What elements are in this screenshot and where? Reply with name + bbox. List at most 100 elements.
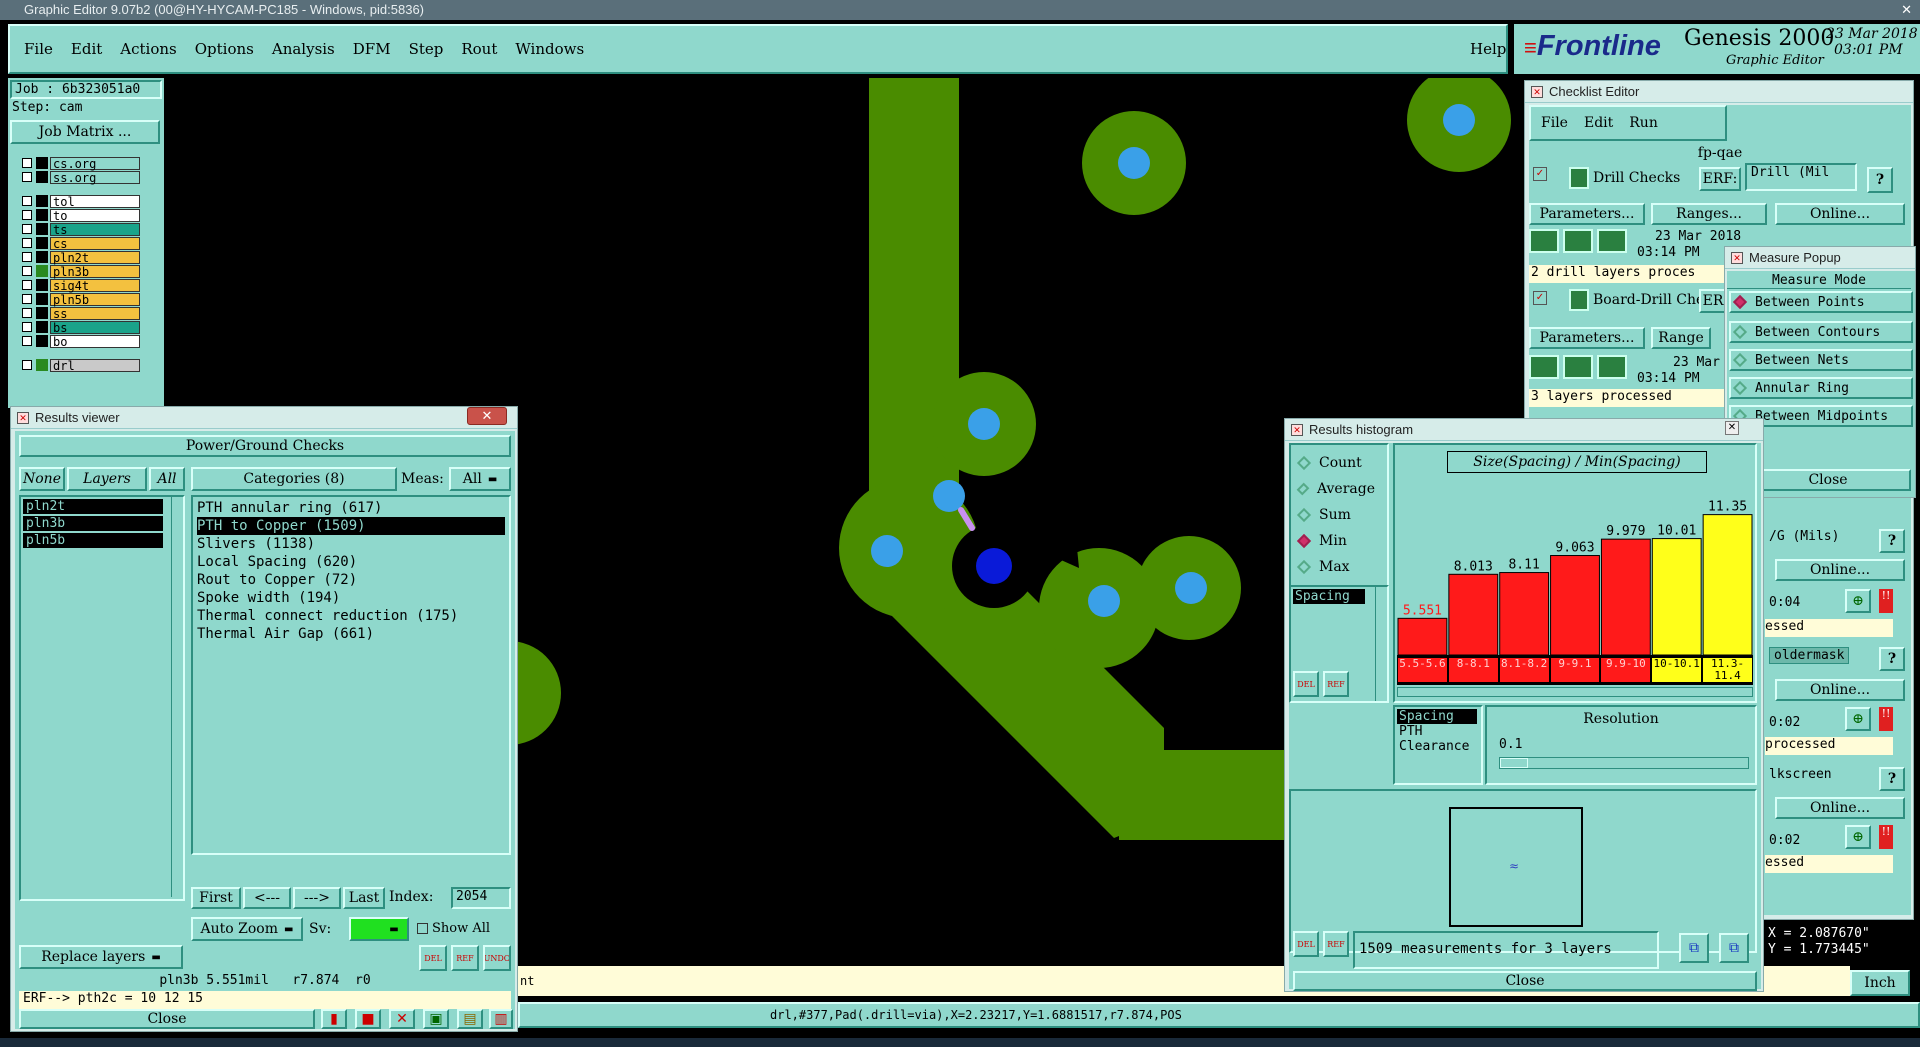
layer-checkbox[interactable] xyxy=(22,336,32,346)
check-item-2-toggle[interactable]: ✓ xyxy=(1533,291,1547,305)
layer-results-list[interactable]: pln2t pln3b pln5b xyxy=(19,495,185,901)
menu-help[interactable]: Help xyxy=(1470,40,1506,58)
run-icon[interactable] xyxy=(1597,229,1627,253)
mode-between-contours[interactable]: Between Contours xyxy=(1729,321,1913,343)
check-item-1-toggle[interactable]: ✓ xyxy=(1533,167,1547,181)
histogram-close-icon[interactable]: ✕ xyxy=(1725,421,1739,435)
list-item[interactable]: PTH annular ring (617) xyxy=(197,499,505,517)
tab-layers[interactable]: Layers xyxy=(67,467,147,491)
zoom-icon[interactable]: ⊕ xyxy=(1845,589,1871,613)
erf-value-1[interactable]: Drill (Mil xyxy=(1745,163,1857,191)
stat-min[interactable]: Min xyxy=(1295,531,1375,551)
layer-checkbox[interactable] xyxy=(22,266,32,276)
layer-row-pln5b[interactable]: pln5b xyxy=(20,292,140,306)
run-icon[interactable] xyxy=(1529,355,1559,379)
tab-none[interactable]: None xyxy=(19,467,65,491)
erf-button-2[interactable]: ER xyxy=(1699,289,1727,313)
list-item[interactable]: pln5b xyxy=(23,533,163,548)
stat-count[interactable]: Count xyxy=(1295,453,1375,473)
first-button[interactable]: First xyxy=(191,887,241,909)
help-button-5[interactable]: ? xyxy=(1879,767,1905,791)
replace-layers-select[interactable]: Replace layers ▬ xyxy=(19,945,183,969)
mode-between-points[interactable]: Between Points xyxy=(1729,291,1913,313)
list-item[interactable]: Clearance xyxy=(1397,739,1479,754)
histogram-close-button[interactable]: Close xyxy=(1293,971,1757,991)
layer-row-tol[interactable]: tol xyxy=(20,194,140,208)
del-icon[interactable]: DEL xyxy=(1293,931,1319,957)
layer-checkbox[interactable] xyxy=(22,224,32,234)
menu-actions[interactable]: Actions xyxy=(120,40,176,58)
toolbar-icon-2[interactable]: ■ xyxy=(355,1009,381,1029)
list-item[interactable]: Spacing xyxy=(1293,589,1365,604)
list-item[interactable]: Local Spacing (620) xyxy=(197,553,505,571)
ref-icon[interactable]: REF xyxy=(1323,671,1349,697)
layer-checkbox[interactable] xyxy=(22,294,32,304)
help-button-1[interactable]: ? xyxy=(1867,167,1893,193)
histogram-tool-icon-1[interactable]: ⧉ xyxy=(1679,933,1709,963)
undo-icon[interactable]: UNDO xyxy=(483,945,511,971)
layer-checkbox[interactable] xyxy=(22,210,32,220)
results-viewer-close-icon[interactable]: ✕ xyxy=(467,407,507,425)
zoom-select[interactable]: Auto Zoom ▬ xyxy=(191,917,303,941)
categories-list[interactable]: PTH annular ring (617) PTH to Copper (15… xyxy=(191,495,511,855)
layer-checkbox[interactable] xyxy=(22,360,32,370)
toolbar-icon-1[interactable]: ▮ xyxy=(321,1009,347,1029)
index-input[interactable]: 2054 xyxy=(451,887,511,909)
list-item[interactable]: Thermal connect reduction (175) xyxy=(197,607,505,625)
layer-checkbox[interactable] xyxy=(22,322,32,332)
layer-row-cs[interactable]: cs xyxy=(20,236,140,250)
sv-color-select[interactable]: ▬ xyxy=(349,917,409,941)
online-button-5[interactable]: Online... xyxy=(1775,797,1905,819)
layer-row-ss-org[interactable]: ss.org xyxy=(20,170,140,184)
erf-button-1[interactable]: ERF: xyxy=(1699,167,1741,191)
meas-select[interactable]: All ▬ xyxy=(449,467,511,491)
menu-windows[interactable]: Windows xyxy=(515,40,584,58)
toolbar-icon-5[interactable]: ▤ xyxy=(457,1009,483,1029)
tab-all[interactable]: All xyxy=(149,467,185,491)
list-item[interactable]: Spoke width (194) xyxy=(197,589,505,607)
online-button-1[interactable]: Online... xyxy=(1775,203,1905,225)
layer-row-pln3b[interactable]: pln3b xyxy=(20,264,140,278)
params-button-2[interactable]: Parameters... xyxy=(1529,327,1645,349)
layer-row-bs[interactable]: bs xyxy=(20,320,140,334)
menu-step[interactable]: Step xyxy=(409,40,444,58)
sub-list[interactable]: Spacing PTH Clearance xyxy=(1393,705,1483,785)
layer-row-ss[interactable]: ss xyxy=(20,306,140,320)
list-item[interactable]: pln3b xyxy=(23,516,163,531)
layer-row-drl[interactable]: drl xyxy=(20,358,140,372)
check-item-1[interactable]: Drill Checks xyxy=(1569,167,1680,189)
histogram-bar[interactable] xyxy=(1651,538,1702,655)
help-button-4[interactable]: ? xyxy=(1879,647,1905,671)
del-icon[interactable]: DEL xyxy=(419,945,447,971)
list-item[interactable]: Rout to Copper (72) xyxy=(197,571,505,589)
checklist-menu-file[interactable]: File xyxy=(1541,115,1568,131)
del-icon[interactable]: DEL xyxy=(1293,671,1319,697)
checklist-menu-edit[interactable]: Edit xyxy=(1584,115,1613,131)
menu-rout[interactable]: Rout xyxy=(461,40,497,58)
prev-button[interactable]: <--- xyxy=(243,887,291,909)
layer-checkbox[interactable] xyxy=(22,252,32,262)
layer-row-cs-org[interactable]: cs.org xyxy=(20,156,140,170)
resolution-slider[interactable] xyxy=(1499,757,1749,769)
scrollbar[interactable] xyxy=(171,497,183,897)
list-item[interactable]: Spacing xyxy=(1397,709,1477,724)
toolbar-icon-4[interactable]: ▣ xyxy=(423,1009,449,1029)
online-button-3[interactable]: Online... xyxy=(1775,559,1905,581)
checklist-menu-run[interactable]: Run xyxy=(1629,115,1658,131)
menu-analysis[interactable]: Analysis xyxy=(272,40,335,58)
ref-icon[interactable]: REF xyxy=(451,945,479,971)
layer-checkbox[interactable] xyxy=(22,158,32,168)
list-item[interactable]: Thermal Air Gap (661) xyxy=(197,625,505,643)
run-icon[interactable] xyxy=(1563,355,1593,379)
ranges-button-1[interactable]: Ranges... xyxy=(1651,203,1767,225)
params-button-1[interactable]: Parameters... xyxy=(1529,203,1645,225)
stat-average[interactable]: Average xyxy=(1295,479,1375,499)
histogram-bar[interactable] xyxy=(1499,572,1550,655)
list-item[interactable]: pln2t xyxy=(23,499,163,514)
layer-checkbox[interactable] xyxy=(22,238,32,248)
stat-max[interactable]: Max xyxy=(1295,557,1375,577)
toolbar-icon-3[interactable]: ✕ xyxy=(389,1009,415,1029)
zoom-icon[interactable]: ⊕ xyxy=(1845,707,1871,731)
layer-checkbox[interactable] xyxy=(22,172,32,182)
list-item[interactable]: PTH to Copper (1509) xyxy=(197,517,505,535)
